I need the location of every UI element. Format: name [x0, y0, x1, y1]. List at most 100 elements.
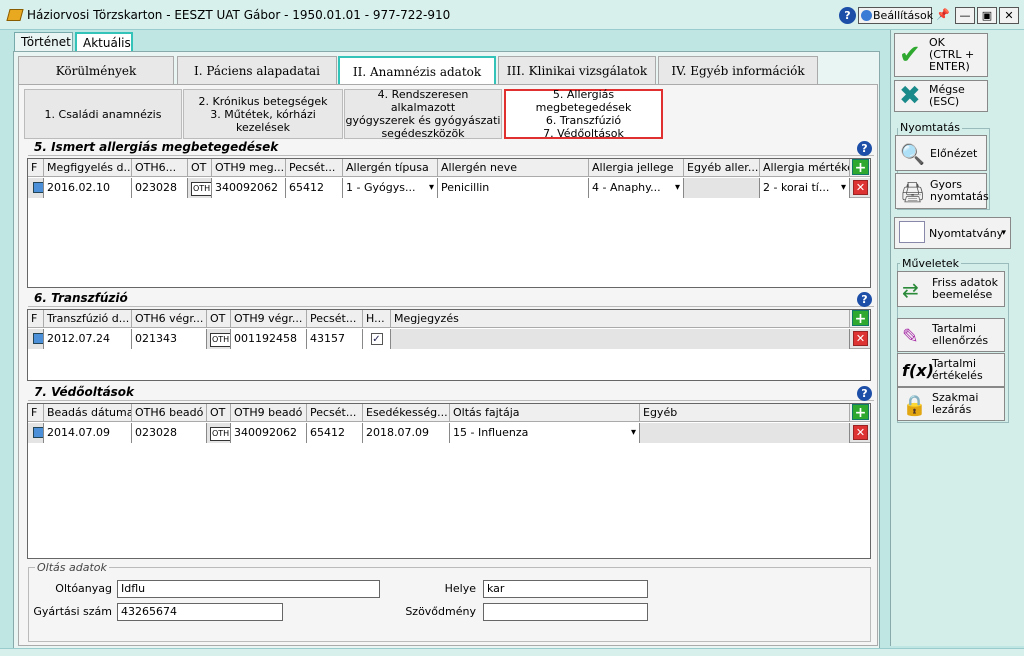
- delete-row-icon[interactable]: ✕: [853, 331, 868, 346]
- cell-egyeb[interactable]: [684, 178, 760, 198]
- tab-paciens-alapadatai[interactable]: I. Páciens alapadatai: [177, 56, 337, 86]
- tab-tortenet[interactable]: Történet: [14, 32, 73, 52]
- cell-ot[interactable]: OTH: [207, 329, 231, 349]
- cell-allergen-neve[interactable]: Penicillin: [438, 178, 589, 198]
- col-header[interactable]: Pecsét...: [307, 404, 363, 422]
- cell-oth9[interactable]: 340092062: [212, 178, 286, 198]
- help-icon[interactable]: ?: [839, 7, 856, 24]
- cell-pecset[interactable]: 43157: [307, 329, 363, 349]
- tab-korulmenyek[interactable]: Körülmények: [18, 56, 174, 86]
- col-header[interactable]: F: [28, 159, 44, 177]
- cell-megjegyzes[interactable]: [391, 329, 850, 349]
- col-header[interactable]: Allergén neve: [438, 159, 589, 177]
- quick-print-button[interactable]: 🖨 Gyors nyomtatás: [895, 173, 989, 209]
- table-row[interactable]: 2012.07.24 021343 OTH 001192458 43157 ✓: [28, 329, 870, 349]
- gyartasi-szam-field[interactable]: 43265674: [117, 603, 283, 621]
- minimize-button[interactable]: —: [955, 7, 975, 24]
- col-header[interactable]: Pecsét...: [286, 159, 343, 177]
- oth-icon[interactable]: OTH: [191, 182, 211, 196]
- cell-date[interactable]: 2016.02.10: [44, 178, 132, 198]
- cell-h[interactable]: ✓: [363, 329, 391, 349]
- cell-oth9[interactable]: 340092062: [231, 423, 307, 443]
- cell-date[interactable]: 2014.07.09: [44, 423, 132, 443]
- col-header[interactable]: F: [28, 404, 44, 422]
- col-header[interactable]: Allergia mértéke: [760, 159, 850, 177]
- helye-field[interactable]: kar: [483, 580, 648, 598]
- table-row[interactable]: 2016.02.10 023028 OTH 340092062 65412 1 …: [28, 178, 870, 198]
- subtab-allergias[interactable]: 5. Allergiás megbetegedések 6. Transzfúzi…: [504, 88, 663, 140]
- oth-icon[interactable]: OTH: [210, 333, 230, 347]
- col-header[interactable]: F: [28, 310, 44, 328]
- cell-allergen-tipus[interactable]: 1 - Gyógys...: [343, 178, 438, 198]
- cell-allergia-jellege[interactable]: 4 - Anaphy...: [589, 178, 684, 198]
- col-header[interactable]: OTH6 végr...: [132, 310, 207, 328]
- pin-icon[interactable]: 📌: [934, 7, 952, 24]
- maximize-button[interactable]: ▣: [977, 7, 997, 24]
- col-header[interactable]: OTH9 végr...: [231, 310, 307, 328]
- col-header[interactable]: Oltás fajtája: [450, 404, 640, 422]
- cell-oltas-fajtaja[interactable]: 15 - Influenza: [450, 423, 640, 443]
- cell-oth6[interactable]: 021343: [132, 329, 207, 349]
- content-eval-button[interactable]: f(x) Tartalmi értékelés: [897, 353, 1005, 387]
- settings-button[interactable]: Beállítások: [858, 7, 933, 24]
- col-header[interactable]: Allergia jellege: [589, 159, 684, 177]
- professional-close-button[interactable]: 🔒 Szakmai lezárás: [897, 387, 1005, 421]
- form-dropdown-button[interactable]: Nyomtatvány ▾: [894, 217, 1011, 249]
- add-row-icon[interactable]: +: [852, 404, 869, 421]
- col-header[interactable]: OT: [207, 404, 231, 422]
- close-button[interactable]: ✕: [999, 7, 1019, 24]
- row-doc-icon[interactable]: [28, 423, 44, 443]
- cell-pecset[interactable]: 65412: [286, 178, 343, 198]
- cell-oth9[interactable]: 001192458: [231, 329, 307, 349]
- help-icon[interactable]: ?: [857, 141, 872, 156]
- col-header[interactable]: OT: [207, 310, 231, 328]
- col-header[interactable]: Esedékesség...: [363, 404, 450, 422]
- delete-row-icon[interactable]: ✕: [853, 180, 868, 195]
- col-header[interactable]: Allergén típusa: [343, 159, 438, 177]
- col-header[interactable]: Egyéb aller...: [684, 159, 760, 177]
- cancel-button[interactable]: ✖ Mégse (ESC): [894, 80, 988, 112]
- szovodmeny-field[interactable]: [483, 603, 648, 621]
- col-header[interactable]: Megfigyelés d...: [44, 159, 132, 177]
- cell-oth6[interactable]: 023028: [132, 178, 188, 198]
- row-doc-icon[interactable]: [28, 329, 44, 349]
- tab-klinikai-vizsgalatok[interactable]: III. Klinikai vizsgálatok: [498, 56, 656, 86]
- tab-anamnezis-adatok[interactable]: II. Anamnézis adatok: [338, 56, 496, 86]
- subtab-kronikus-betegsegek[interactable]: 2. Krónikus betegségek 3. Műtétek, kórház…: [183, 89, 343, 139]
- subtab-gyogyszerek[interactable]: 4. Rendszeresen alkalmazott gyógyszerek é…: [344, 88, 502, 140]
- content-check-button[interactable]: ✎ Tartalmi ellenőrzés: [897, 318, 1005, 352]
- col-header[interactable]: OTH6 beadó: [132, 404, 207, 422]
- tab-aktualis[interactable]: Aktuális: [75, 32, 133, 52]
- ok-button[interactable]: ✔ OK (CTRL + ENTER): [894, 33, 988, 77]
- cell-oth6[interactable]: 023028: [132, 423, 207, 443]
- checkbox[interactable]: ✓: [370, 333, 383, 345]
- add-row-icon[interactable]: +: [852, 310, 869, 327]
- col-header[interactable]: Beadás dátuma: [44, 404, 132, 422]
- col-header[interactable]: OT: [188, 159, 212, 177]
- cell-esedekesseg[interactable]: 2018.07.09: [363, 423, 450, 443]
- col-header[interactable]: OTH9 meg...: [212, 159, 286, 177]
- oth-icon[interactable]: OTH: [210, 427, 230, 441]
- delete-row-icon[interactable]: ✕: [853, 425, 868, 440]
- col-header[interactable]: OTH6...: [132, 159, 188, 177]
- col-header[interactable]: Egyéb: [640, 404, 850, 422]
- help-icon[interactable]: ?: [857, 292, 872, 307]
- oltoanyag-field[interactable]: Idflu: [117, 580, 380, 598]
- cell-pecset[interactable]: 65412: [307, 423, 363, 443]
- row-doc-icon[interactable]: [28, 178, 44, 198]
- cell-date[interactable]: 2012.07.24: [44, 329, 132, 349]
- add-row-icon[interactable]: +: [852, 159, 869, 176]
- col-header[interactable]: Pecsét...: [307, 310, 363, 328]
- cell-allergia-mertek[interactable]: 2 - korai tí...: [760, 178, 850, 198]
- subtab-csaladi-anamnezis[interactable]: 1. Családi anamnézis: [24, 89, 182, 139]
- col-header[interactable]: Megjegyzés: [391, 310, 850, 328]
- cell-egyeb[interactable]: [640, 423, 850, 443]
- tab-egyeb-informaciok[interactable]: IV. Egyéb információk: [658, 56, 818, 86]
- col-header[interactable]: OTH9 beadó: [231, 404, 307, 422]
- col-header[interactable]: Transzfúzió d...: [44, 310, 132, 328]
- col-header[interactable]: H...: [363, 310, 391, 328]
- cell-ot[interactable]: OTH: [207, 423, 231, 443]
- table-row[interactable]: 2014.07.09 023028 OTH 340092062 65412 20…: [28, 423, 870, 443]
- cell-ot[interactable]: OTH: [188, 178, 212, 198]
- help-icon[interactable]: ?: [857, 386, 872, 401]
